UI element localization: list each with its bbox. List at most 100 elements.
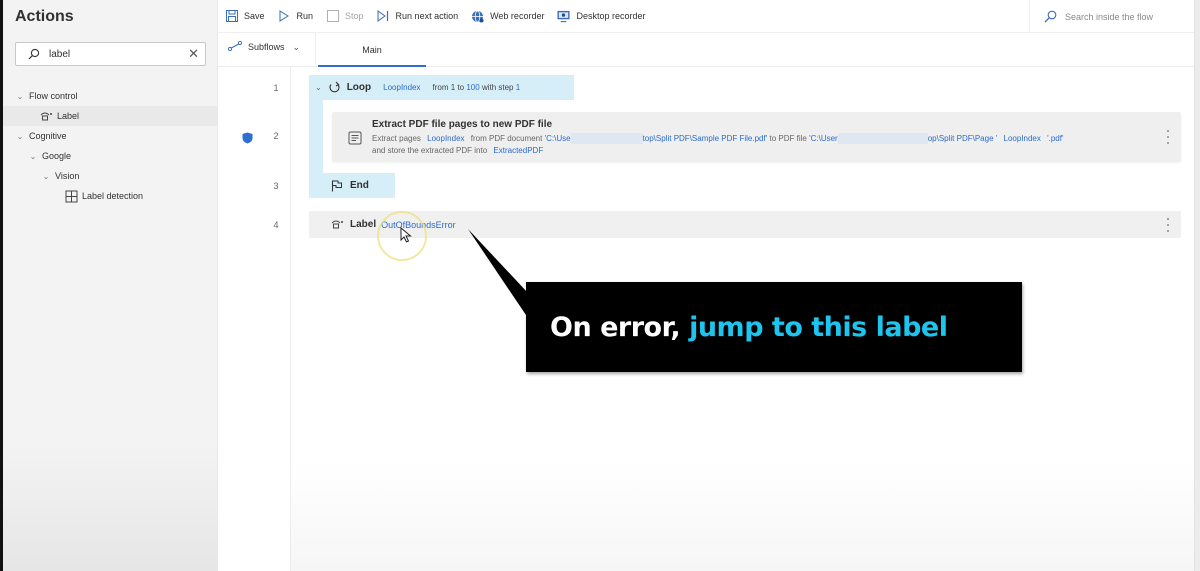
end-keyword: End — [350, 180, 369, 191]
loop-from-text: from — [432, 83, 449, 92]
source-path-part: 'C:\Use — [544, 134, 571, 143]
actions-pane-title: Actions — [15, 8, 74, 25]
desc-text: to PDF file — [769, 134, 807, 143]
web-recorder-button[interactable]: Web recorder — [471, 6, 544, 26]
more-options-button[interactable] — [1165, 218, 1171, 232]
desc-text: from PDF document — [470, 134, 543, 143]
run-next-label: Run next action — [395, 11, 459, 21]
line-number: 3 — [273, 181, 279, 191]
callout-text-white: On error, — [550, 311, 681, 343]
chevron-down-icon: ⌄ — [16, 131, 24, 141]
tree-item-label: Label detection — [82, 191, 144, 201]
globe-icon — [471, 10, 484, 23]
play-icon — [278, 10, 291, 23]
var-loopindex: LoopIndex — [1003, 134, 1041, 143]
desktop-recorder-icon — [557, 10, 570, 23]
tree-item-label: Flow control — [29, 91, 78, 101]
tree-item-label-action[interactable]: Label — [3, 106, 218, 126]
scrollbar-track[interactable] — [1194, 0, 1200, 571]
extract-pdf-action-card[interactable]: Extract PDF file pages to new PDF file E… — [332, 112, 1181, 162]
save-label: Save — [244, 11, 265, 21]
search-inside-flow-placeholder: Search inside the flow — [1065, 11, 1154, 22]
dest-path-part: op\Split PDF\Page ' — [927, 134, 998, 143]
label-detection-icon — [64, 190, 78, 202]
actions-pane: Actions ✕ ⌄ Flow control Label ⌄ Cogniti… — [3, 0, 218, 571]
tab-main[interactable]: Main — [315, 33, 428, 67]
label-action-row[interactable]: Label OutOfBoundsError — [309, 211, 1181, 238]
toolbar: Save Run Stop Run next action Web record… — [218, 0, 1194, 33]
stop-button[interactable]: Stop — [326, 6, 364, 26]
loop-step-value: 1 — [515, 83, 521, 92]
loop-range-text: from 1 to 100 with step 1 — [433, 83, 521, 92]
label-icon — [39, 110, 53, 122]
callout-text-highlight: jump to this label — [689, 311, 948, 343]
chevron-down-icon: ⌄ — [292, 41, 301, 52]
callout-text: On error, jump to this label — [550, 312, 948, 343]
chevron-down-icon: ⌄ — [16, 91, 24, 101]
action-description-line-2: and store the extracted PDF into Extract… — [372, 145, 1064, 157]
actions-tree: ⌄ Flow control Label ⌄ Cognitive ⌄ Googl… — [3, 86, 218, 206]
line-number-gutter: 1 2 3 4 — [218, 67, 291, 571]
tab-main-label: Main — [362, 45, 382, 55]
action-description-line-1: Extract pages LoopIndex from PDF documen… — [372, 133, 1064, 145]
save-icon — [225, 10, 238, 23]
loop-keyword: Loop — [346, 82, 372, 93]
mouse-cursor-icon — [400, 226, 412, 243]
loop-body-bar — [309, 100, 323, 174]
run-next-action-button[interactable]: Run next action — [377, 6, 459, 26]
run-label: Run — [296, 11, 314, 21]
tree-item-label: Cognitive — [29, 131, 67, 141]
tree-item-label: Google — [42, 151, 72, 161]
save-button[interactable]: Save — [225, 6, 265, 26]
desc-text: Extract pages — [372, 134, 421, 143]
end-flag-icon — [331, 180, 343, 192]
end-action-row[interactable]: End — [309, 173, 395, 198]
loop-variable: LoopIndex — [383, 83, 421, 92]
dest-path-part: 'C:\User — [809, 134, 838, 143]
run-button[interactable]: Run — [278, 6, 314, 26]
search-inside-flow[interactable]: Search inside the flow — [1029, 0, 1194, 33]
search-icon — [28, 48, 40, 60]
loop-action-row[interactable]: ⌄ Loop LoopIndex from 1 to 100 with step… — [309, 75, 574, 100]
actions-search-input[interactable] — [49, 48, 179, 60]
clear-search-icon[interactable]: ✕ — [188, 46, 199, 62]
redacted-region — [570, 133, 643, 145]
line-number: 2 — [273, 131, 279, 141]
desktop-recorder-label: Desktop recorder — [576, 11, 646, 21]
run-next-icon — [377, 10, 390, 23]
web-recorder-label: Web recorder — [490, 11, 545, 21]
loop-end-value: 100 — [466, 83, 480, 92]
chevron-down-icon: ⌄ — [29, 151, 37, 161]
tree-item-cognitive[interactable]: ⌄ Cognitive — [3, 126, 218, 146]
action-description: Extract pages LoopIndex from PDF documen… — [372, 133, 1064, 157]
action-title: Extract PDF file pages to new PDF file — [372, 119, 553, 130]
subflow-tabs: Subflows ⌄ Main — [218, 33, 1194, 67]
actions-search-box[interactable]: ✕ — [15, 42, 206, 66]
stop-icon — [326, 10, 339, 23]
tree-item-vision[interactable]: ⌄ Vision — [3, 166, 218, 186]
dest-extension: '.pdf' — [1047, 134, 1064, 143]
label-keyword: Label — [350, 219, 377, 230]
more-options-button[interactable] — [1165, 130, 1171, 144]
var-loopindex: LoopIndex — [427, 134, 465, 143]
collapse-chevron-icon[interactable]: ⌄ — [315, 83, 322, 92]
tree-item-google[interactable]: ⌄ Google — [3, 146, 218, 166]
subflows-label: Subflows — [248, 42, 285, 52]
loop-icon — [328, 81, 341, 94]
subflows-dropdown[interactable]: Subflows ⌄ — [228, 41, 300, 53]
tree-item-label: Label — [57, 111, 80, 121]
tree-item-flow-control[interactable]: ⌄ Flow control — [3, 86, 218, 106]
search-icon — [1044, 10, 1057, 23]
var-extractedpdf: ExtractedPDF — [493, 146, 544, 155]
desktop-recorder-button[interactable]: Desktop recorder — [557, 6, 645, 26]
line-number: 4 — [273, 220, 279, 230]
loop-start-value: 1 — [450, 83, 456, 92]
source-path-part: top\Split PDF\Sample PDF File.pdf' — [642, 134, 768, 143]
breakpoint-shield-icon[interactable] — [242, 131, 253, 144]
subflows-icon — [228, 41, 242, 53]
tutorial-callout: On error, jump to this label — [526, 282, 1022, 372]
label-icon — [331, 219, 344, 231]
tree-item-label-detection[interactable]: Label detection — [3, 186, 218, 206]
line-number: 1 — [273, 83, 279, 93]
stop-label: Stop — [345, 11, 364, 21]
